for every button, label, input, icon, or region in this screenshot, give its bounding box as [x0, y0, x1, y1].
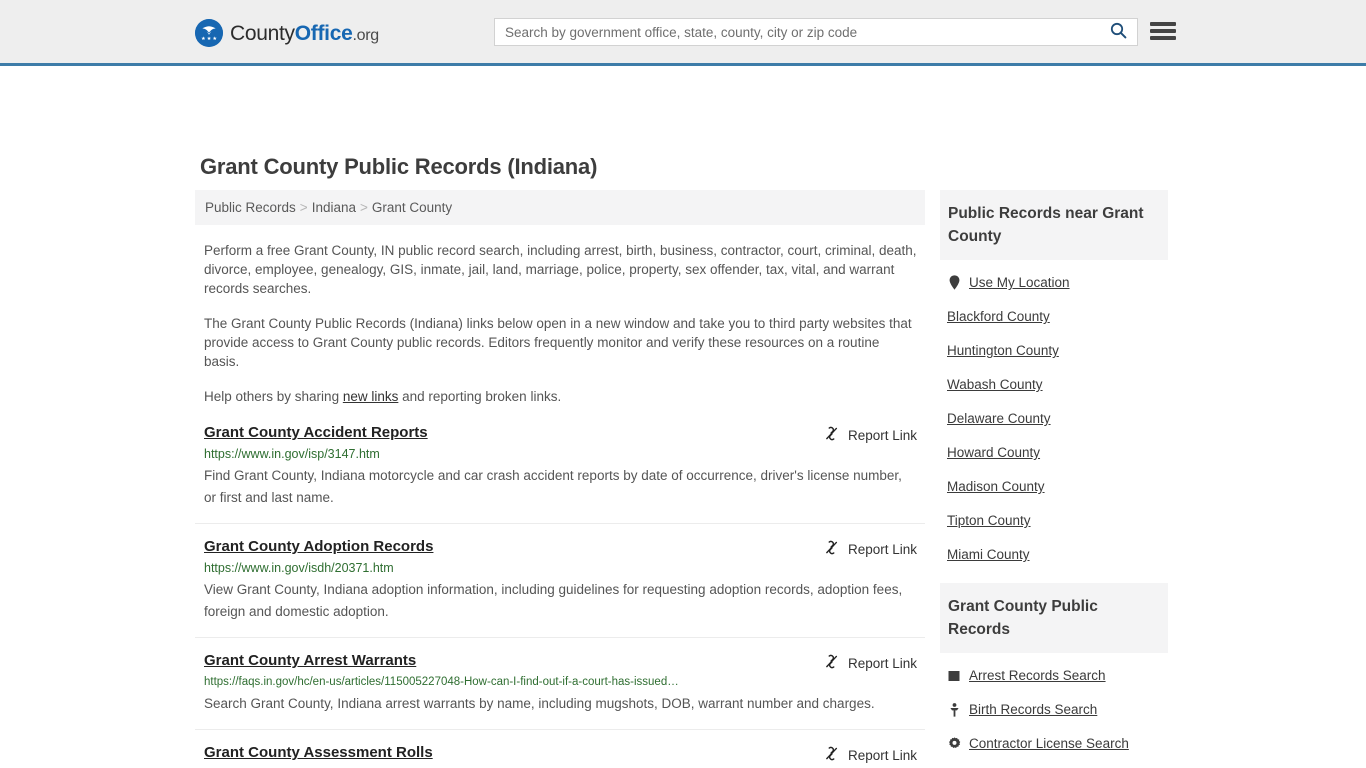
search-button[interactable] [1099, 19, 1137, 45]
intro-paragraph-2: The Grant County Public Records (Indiana… [204, 316, 912, 369]
result-title-link[interactable]: Grant County Adoption Records [204, 538, 433, 555]
gear-icon [947, 736, 961, 751]
report-link-label: Report Link [847, 427, 917, 443]
sidebar-item-arrest-records-search[interactable]: Arrest Records Search [940, 667, 1168, 684]
sidebar-item-huntington-county[interactable]: Huntington County [940, 342, 1168, 359]
sidebar-item-birth-records-search[interactable]: Birth Records Search [940, 701, 1168, 718]
site-logo[interactable]: CountyOffice.org [195, 19, 379, 47]
sidebar-item-label[interactable]: Wabash County [947, 377, 1043, 392]
map-pin-icon [947, 275, 961, 290]
breadcrumb-item-indiana[interactable]: Indiana [312, 200, 356, 215]
sidebar-heading-nearby: Public Records near Grant County [940, 190, 1168, 260]
sidebar-item-label[interactable]: Contractor License Search [969, 736, 1129, 751]
sidebar-item-label[interactable]: Madison County [947, 479, 1045, 494]
search-bar[interactable] [494, 18, 1138, 46]
intro-paragraph-3: Help others by sharing new links and rep… [204, 387, 917, 406]
intro-text-before: Help others by sharing [204, 389, 343, 404]
hamburger-bar-1 [1150, 22, 1176, 26]
sidebar-item-label[interactable]: Miami County [947, 547, 1030, 562]
sidebar-item-howard-county[interactable]: Howard County [940, 444, 1168, 461]
table-row: Grant County Assessment Rolls Report Lin… [195, 744, 925, 768]
broken-link-icon [824, 746, 839, 764]
sidebar-nearby-list: Use My Location Blackford County Hunting… [940, 260, 1168, 563]
report-link-button[interactable]: Report Link [824, 540, 917, 558]
eagle-stars-seal-icon [195, 19, 223, 47]
table-row: Grant County Adoption Records Report Lin… [195, 538, 925, 638]
intro-text-after: and reporting broken links. [398, 389, 562, 404]
sidebar-item-label[interactable]: Huntington County [947, 343, 1059, 358]
table-row: Grant County Arrest Warrants Report Link… [195, 652, 925, 730]
main-content: Public Records > Indiana > Grant County Perf… [195, 190, 925, 768]
sidebar-item-label[interactable]: Blackford County [947, 309, 1050, 324]
report-link-button[interactable]: Report Link [824, 426, 917, 444]
page-body: Grant County Public Records (Indiana) Pu… [0, 66, 1366, 768]
sidebar-item-tipton-county[interactable]: Tipton County [940, 512, 1168, 529]
page-title: Grant County Public Records (Indiana) [200, 154, 598, 179]
search-input[interactable] [495, 19, 1099, 45]
result-description: View Grant County, Indiana adoption info… [204, 582, 903, 619]
report-link-button[interactable]: Report Link [824, 654, 917, 672]
sidebar-item-miami-county[interactable]: Miami County [940, 546, 1168, 563]
sidebar-item-label[interactable]: Arrest Records Search [969, 668, 1106, 683]
table-row: Grant County Accident Reports Report Lin… [195, 424, 925, 524]
report-link-label: Report Link [847, 747, 917, 763]
sidebar-item-blackford-county[interactable]: Blackford County [940, 308, 1168, 325]
baby-icon [947, 702, 961, 717]
sidebar-item-label[interactable]: Howard County [947, 445, 1040, 460]
result-title-link[interactable]: Grant County Accident Reports [204, 424, 428, 441]
results-list: Grant County Accident Reports Report Lin… [195, 424, 925, 768]
breadcrumb-separator: > [299, 200, 308, 215]
result-title-link[interactable]: Grant County Assessment Rolls [204, 744, 433, 761]
sidebar-item-use-my-location[interactable]: Use My Location [940, 274, 1168, 291]
sidebar-item-label[interactable]: Birth Records Search [969, 702, 1097, 717]
report-link-label: Report Link [847, 655, 917, 671]
breadcrumb: Public Records > Indiana > Grant County [195, 190, 925, 225]
result-description: Find Grant County, Indiana motorcycle an… [204, 468, 902, 505]
logo-text-county: County [230, 21, 295, 45]
sidebar-heading-records: Grant County Public Records [940, 583, 1168, 653]
site-logo-text: CountyOffice.org [230, 23, 379, 44]
sidebar-item-label[interactable]: Delaware County [947, 411, 1051, 426]
sidebar-item-wabash-county[interactable]: Wabash County [940, 376, 1168, 393]
new-links-link[interactable]: new links [343, 389, 399, 404]
logo-text-org: .org [352, 26, 379, 44]
sidebar-item-contractor-license-search[interactable]: Contractor License Search [940, 735, 1168, 752]
broken-link-icon [824, 426, 839, 444]
report-link-label: Report Link [847, 541, 917, 557]
broken-link-icon [824, 654, 839, 672]
sidebar-item-label[interactable]: Use My Location [969, 275, 1070, 290]
sidebar-records-list: Arrest Records Search Birth Records Sear… [940, 653, 1168, 768]
result-title-link[interactable]: Grant County Arrest Warrants [204, 652, 416, 669]
sidebar-item-delaware-county[interactable]: Delaware County [940, 410, 1168, 427]
hamburger-bar-2 [1150, 29, 1176, 33]
result-url: https://www.in.gov/isdh/20371.htm [204, 561, 394, 575]
result-url: https://faqs.in.gov/hc/en-us/articles/11… [204, 676, 679, 688]
site-header: CountyOffice.org [0, 0, 1366, 66]
sidebar-item-madison-county[interactable]: Madison County [940, 478, 1168, 495]
header-inner: CountyOffice.org [0, 0, 1366, 63]
report-link-button[interactable]: Report Link [824, 746, 917, 764]
breadcrumb-separator: > [359, 200, 368, 215]
breadcrumb-item-grant-county[interactable]: Grant County [372, 200, 452, 215]
sidebar: Public Records near Grant County Use My … [940, 190, 1168, 768]
logo-text-office: Office [294, 21, 353, 45]
search-icon [1110, 22, 1127, 42]
result-description: Search Grant County, Indiana arrest warr… [204, 696, 875, 711]
result-url: https://www.in.gov/isp/3147.htm [204, 447, 380, 461]
handcuffs-icon [947, 668, 961, 683]
hamburger-menu-icon[interactable] [1150, 20, 1176, 42]
intro-paragraph-1: Perform a free Grant County, IN public r… [204, 243, 917, 296]
broken-link-icon [824, 540, 839, 558]
breadcrumb-item-public-records[interactable]: Public Records [205, 200, 296, 215]
hamburger-bar-3 [1150, 36, 1176, 40]
sidebar-item-label[interactable]: Tipton County [947, 513, 1031, 528]
